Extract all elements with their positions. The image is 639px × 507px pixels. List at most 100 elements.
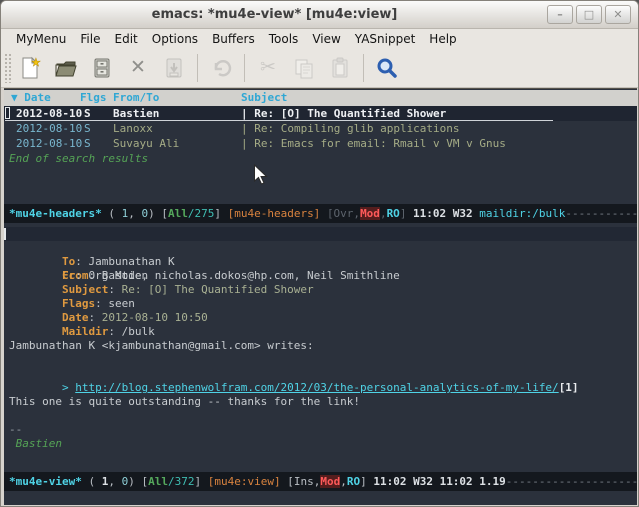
mode-line-segment: All: [148, 475, 168, 488]
save-file-icon[interactable]: [85, 53, 119, 83]
paste-icon[interactable]: [323, 53, 357, 83]
body-intro: Jambunathan K <kjambunathan@gmail.com> w…: [9, 339, 637, 353]
mode-line-segment: (: [82, 475, 102, 488]
header-line: ▼ Date Flgs From/To Subject: [4, 90, 637, 106]
mode-line-segment: /372: [168, 475, 195, 488]
undo-glyph: [209, 56, 233, 80]
echo-area[interactable]: [4, 491, 637, 505]
row-flags: S: [84, 121, 91, 136]
view-mode-line: *mu4e-view* ( 1, 0) [All/372] [mu4e:view…: [4, 472, 637, 491]
field-to: To: Jambunathan K: [9, 241, 637, 255]
column-from[interactable]: From/To: [113, 90, 159, 106]
field-flags: Flags: seen: [9, 283, 637, 297]
field-maildir: Maildir: /bulk: [9, 311, 637, 325]
mode-line-segment: Mod: [320, 475, 340, 488]
menu-item[interactable]: File: [73, 31, 107, 47]
message-row[interactable]: 2012-08-10 S Suvayu Ali | Re: Emacs for …: [4, 136, 637, 151]
new-file-icon[interactable]: ★: [13, 53, 47, 83]
row-subject: | Re: Compiling glib applications: [241, 121, 460, 136]
message-row-selected[interactable]: 2012-08-10 S Bastien | Re: [O] The Quant…: [4, 106, 637, 121]
end-of-results: End of search results: [9, 151, 148, 166]
toolbar-separator: [197, 54, 198, 82]
body-quote-line: > http://blog.stephenwolfram.com/2012/03…: [9, 367, 637, 381]
mode-line-segment: RO: [387, 207, 400, 220]
menu-item[interactable]: MyMenu: [9, 31, 73, 47]
mode-line-segment: *mu4e-headers*: [9, 207, 102, 220]
signature-separator: --: [9, 423, 637, 437]
menu-bar: MyMenuFileEditOptionsBuffersToolsViewYAS…: [1, 29, 638, 48]
mode-line-segment: *mu4e-view*: [9, 475, 82, 488]
menu-item[interactable]: View: [305, 31, 347, 47]
copy-icon[interactable]: [287, 53, 321, 83]
mode-line-segment: ,: [108, 475, 121, 488]
row-flags: S: [84, 106, 91, 121]
column-date[interactable]: ▼ Date: [11, 90, 51, 106]
cut-icon[interactable]: ✂: [251, 53, 285, 83]
view-window: From: Bastien To: Jambunathan K Cc: Org …: [4, 223, 637, 472]
mode-line-segment: maildir:/bulk: [479, 207, 565, 220]
mode-line-segment: [: [161, 207, 168, 220]
mode-line-segment: 11:02 W32 11:02 1.19: [367, 475, 506, 488]
mode-line-segment: ,: [340, 475, 347, 488]
emacs-window: emacs: *mu4e-view* [mu4e:view] – □ ✕ MyM…: [0, 0, 639, 507]
search-glyph: [375, 56, 399, 80]
search-icon[interactable]: [370, 53, 404, 83]
menu-item[interactable]: Tools: [262, 31, 306, 47]
mode-line-segment: (: [102, 207, 122, 220]
mode-line-segment: ): [128, 475, 141, 488]
open-folder-icon[interactable]: [49, 53, 83, 83]
title-bar[interactable]: emacs: *mu4e-view* [mu4e:view] – □ ✕: [1, 1, 638, 29]
menu-item[interactable]: YASnippet: [348, 31, 423, 47]
row-from: Suvayu Ali: [113, 136, 179, 151]
mode-line-segment: Mod: [360, 207, 380, 220]
mode-line-segment: [mu4e-headers]: [228, 207, 321, 220]
open-folder-glyph: [54, 56, 78, 80]
mouse-pointer: [253, 164, 269, 190]
mode-line-segment: [320, 207, 327, 220]
window-title: emacs: *mu4e-view* [mu4e:view]: [1, 7, 548, 22]
maximize-button[interactable]: □: [576, 5, 602, 24]
menu-item[interactable]: Help: [422, 31, 463, 47]
export-mail-icon[interactable]: [157, 53, 191, 83]
toolbar-drag-handle[interactable]: [4, 53, 12, 83]
mode-line-segment: [mu4e:view]: [208, 475, 281, 488]
close-button[interactable]: ✕: [605, 5, 631, 24]
svg-text:★: ★: [31, 56, 41, 69]
mode-line-segment: /275: [188, 207, 215, 220]
menu-item[interactable]: Edit: [108, 31, 145, 47]
current-line-highlight: [4, 227, 637, 241]
signature: Bastien: [9, 437, 637, 451]
message-row[interactable]: 2012-08-10 S Lanoxx | Re: Compiling glib…: [4, 121, 637, 136]
export-mail-glyph: [162, 56, 186, 80]
mode-line-segment: [Ovr,: [327, 207, 360, 220]
headers-mode-line: *mu4e-headers* ( 1, 0) [All/275] [mu4e-h…: [4, 204, 637, 223]
mode-line-segment: ----------------------: [506, 475, 637, 488]
mode-line-segment: ]: [194, 475, 207, 488]
toolbar-separator: [363, 54, 364, 82]
menu-item[interactable]: Buffers: [205, 31, 262, 47]
menu-item[interactable]: Options: [145, 31, 205, 47]
row-from: Bastien: [113, 106, 159, 121]
delete-icon[interactable]: ✕: [121, 53, 155, 83]
undo-icon[interactable]: [204, 53, 238, 83]
column-flags[interactable]: Flgs: [80, 90, 107, 106]
mode-line-segment: ------------: [565, 207, 637, 220]
toolbar-separator: [244, 54, 245, 82]
mode-line-segment: ]: [214, 207, 227, 220]
mode-line-segment: ): [148, 207, 161, 220]
minimize-button[interactable]: –: [547, 5, 573, 24]
copy-glyph: [292, 56, 316, 80]
mode-line-segment: ,: [128, 207, 141, 220]
row-date: 2012-08-10: [16, 121, 82, 136]
save-file-glyph: [90, 56, 114, 80]
row-from: Lanoxx: [113, 121, 153, 136]
column-subject[interactable]: Subject: [241, 90, 287, 106]
inactive-cursor: [5, 107, 10, 119]
new-file-glyph: ★: [18, 56, 42, 80]
row-date: 2012-08-10: [16, 106, 82, 121]
mode-line-segment: 11:02 W32: [406, 207, 479, 220]
row-flags: S: [84, 136, 91, 151]
body-message: This one is quite outstanding -- thanks …: [9, 395, 637, 409]
mode-line-segment: RO: [347, 475, 360, 488]
mode-line-segment: All: [168, 207, 188, 220]
